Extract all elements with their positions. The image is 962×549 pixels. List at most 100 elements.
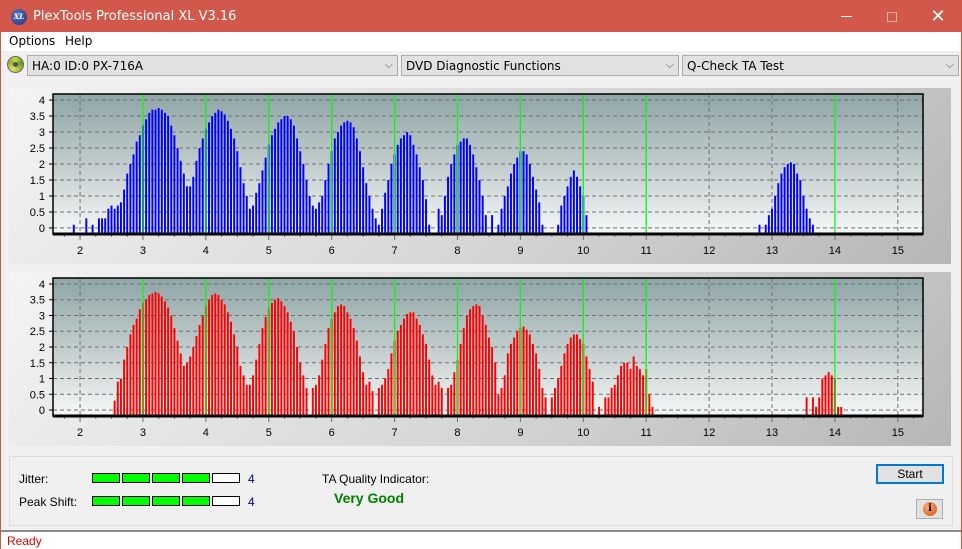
bar xyxy=(359,356,361,416)
bar xyxy=(472,154,475,234)
function-select[interactable]: DVD Diagnostic Functions ⌵ xyxy=(401,55,679,76)
bar xyxy=(182,365,185,416)
x-tick-label: 2 xyxy=(77,245,83,257)
bar xyxy=(789,162,792,234)
peak-shift-label: Peak Shift: xyxy=(19,495,78,509)
bar xyxy=(148,112,151,234)
bar xyxy=(805,208,808,234)
bar xyxy=(623,362,626,416)
bar xyxy=(154,109,157,234)
bar xyxy=(830,375,833,416)
bar xyxy=(560,205,563,234)
jitter-meter-segment xyxy=(212,473,240,483)
bar xyxy=(440,215,443,234)
bar xyxy=(638,369,641,416)
bar xyxy=(160,109,163,234)
bar xyxy=(572,334,575,416)
bar xyxy=(774,195,777,234)
top-chart-panel: 0 0.5 1 1.5 2 2.5 3 3.5 4 2 3 4 5 6 7 8 9 10 11 12 13 14 15 xyxy=(9,88,951,264)
bar xyxy=(447,387,450,416)
y-tick-label: 1.5 xyxy=(30,358,45,370)
bar xyxy=(314,208,317,234)
bar xyxy=(421,179,424,234)
bar xyxy=(818,397,821,416)
close-button[interactable]: ✕ xyxy=(915,1,961,32)
bottom-chart: 0 0.5 1 1.5 2 2.5 3 3.5 4 2 3 4 5 6 7 8 9 10 11 12 13 14 15 xyxy=(30,277,924,439)
bar xyxy=(532,176,534,234)
bar xyxy=(462,328,465,416)
bar xyxy=(119,378,122,416)
x-tick-label: 5 xyxy=(266,245,272,257)
bar xyxy=(170,125,173,234)
menu-help[interactable]: Help xyxy=(65,34,92,48)
bar xyxy=(450,164,453,234)
bar xyxy=(292,125,295,234)
bar xyxy=(579,186,582,234)
bar xyxy=(516,157,519,234)
bar xyxy=(805,397,808,416)
x-tick-label: 14 xyxy=(829,245,841,257)
bar xyxy=(425,199,428,234)
bar xyxy=(352,127,355,234)
bar xyxy=(418,324,421,416)
bar xyxy=(220,111,223,234)
bar xyxy=(192,347,195,416)
y-tick-label: 0.5 xyxy=(30,389,45,401)
bar xyxy=(355,138,358,234)
bar xyxy=(176,340,179,416)
bar xyxy=(516,331,519,416)
bar xyxy=(327,164,330,234)
y-tick-label: 4 xyxy=(39,95,45,107)
disc-drive-icon xyxy=(7,56,24,73)
bar xyxy=(585,356,588,416)
bar xyxy=(226,312,229,416)
bar xyxy=(151,293,154,416)
maximize-button[interactable] xyxy=(869,1,915,32)
info-button[interactable]: i xyxy=(916,499,943,519)
x-tick-label: 6 xyxy=(329,245,335,257)
x-tick-label: 11 xyxy=(640,245,651,257)
bar xyxy=(541,387,544,416)
bar xyxy=(277,122,280,234)
bar xyxy=(447,176,450,234)
bar xyxy=(403,318,405,416)
bar xyxy=(248,208,251,234)
start-button[interactable]: Start xyxy=(876,464,944,484)
bar xyxy=(129,164,132,234)
bar xyxy=(163,112,166,234)
bar xyxy=(116,205,119,234)
bar xyxy=(503,195,506,234)
bar xyxy=(327,328,330,416)
bar xyxy=(343,306,346,416)
y-tick-label: 1 xyxy=(39,191,45,203)
jitter-meter-segment xyxy=(92,473,120,483)
bar xyxy=(208,122,210,234)
bar xyxy=(403,135,405,234)
bar xyxy=(217,295,220,416)
bar xyxy=(179,160,182,234)
x-tick-label: 5 xyxy=(266,427,272,439)
bar xyxy=(566,186,569,234)
minimize-button[interactable] xyxy=(823,1,869,32)
test-select[interactable]: Q-Check TA Test ⌵ xyxy=(682,55,959,76)
bar xyxy=(355,340,358,416)
x-tick-label: 8 xyxy=(454,245,460,257)
menu-options[interactable]: Options xyxy=(9,34,55,48)
drive-select[interactable]: HA:0 ID:0 PX-716A ⌵ xyxy=(27,55,398,76)
peak-shift-meter-segment xyxy=(152,496,180,506)
bar xyxy=(509,343,512,416)
bar xyxy=(336,306,339,416)
bar xyxy=(777,183,780,234)
bar xyxy=(500,387,503,416)
bar xyxy=(384,378,387,416)
bar xyxy=(399,324,402,416)
chevron-down-icon: ⌵ xyxy=(384,58,393,71)
bar xyxy=(607,397,610,416)
bar xyxy=(340,125,343,234)
x-tick-label: 7 xyxy=(392,245,398,257)
bar xyxy=(399,138,402,234)
bar xyxy=(236,347,239,416)
bar xyxy=(506,186,509,234)
bar xyxy=(494,362,497,416)
toolbar: HA:0 ID:0 PX-716A ⌵ DVD Diagnostic Funct… xyxy=(1,51,961,79)
